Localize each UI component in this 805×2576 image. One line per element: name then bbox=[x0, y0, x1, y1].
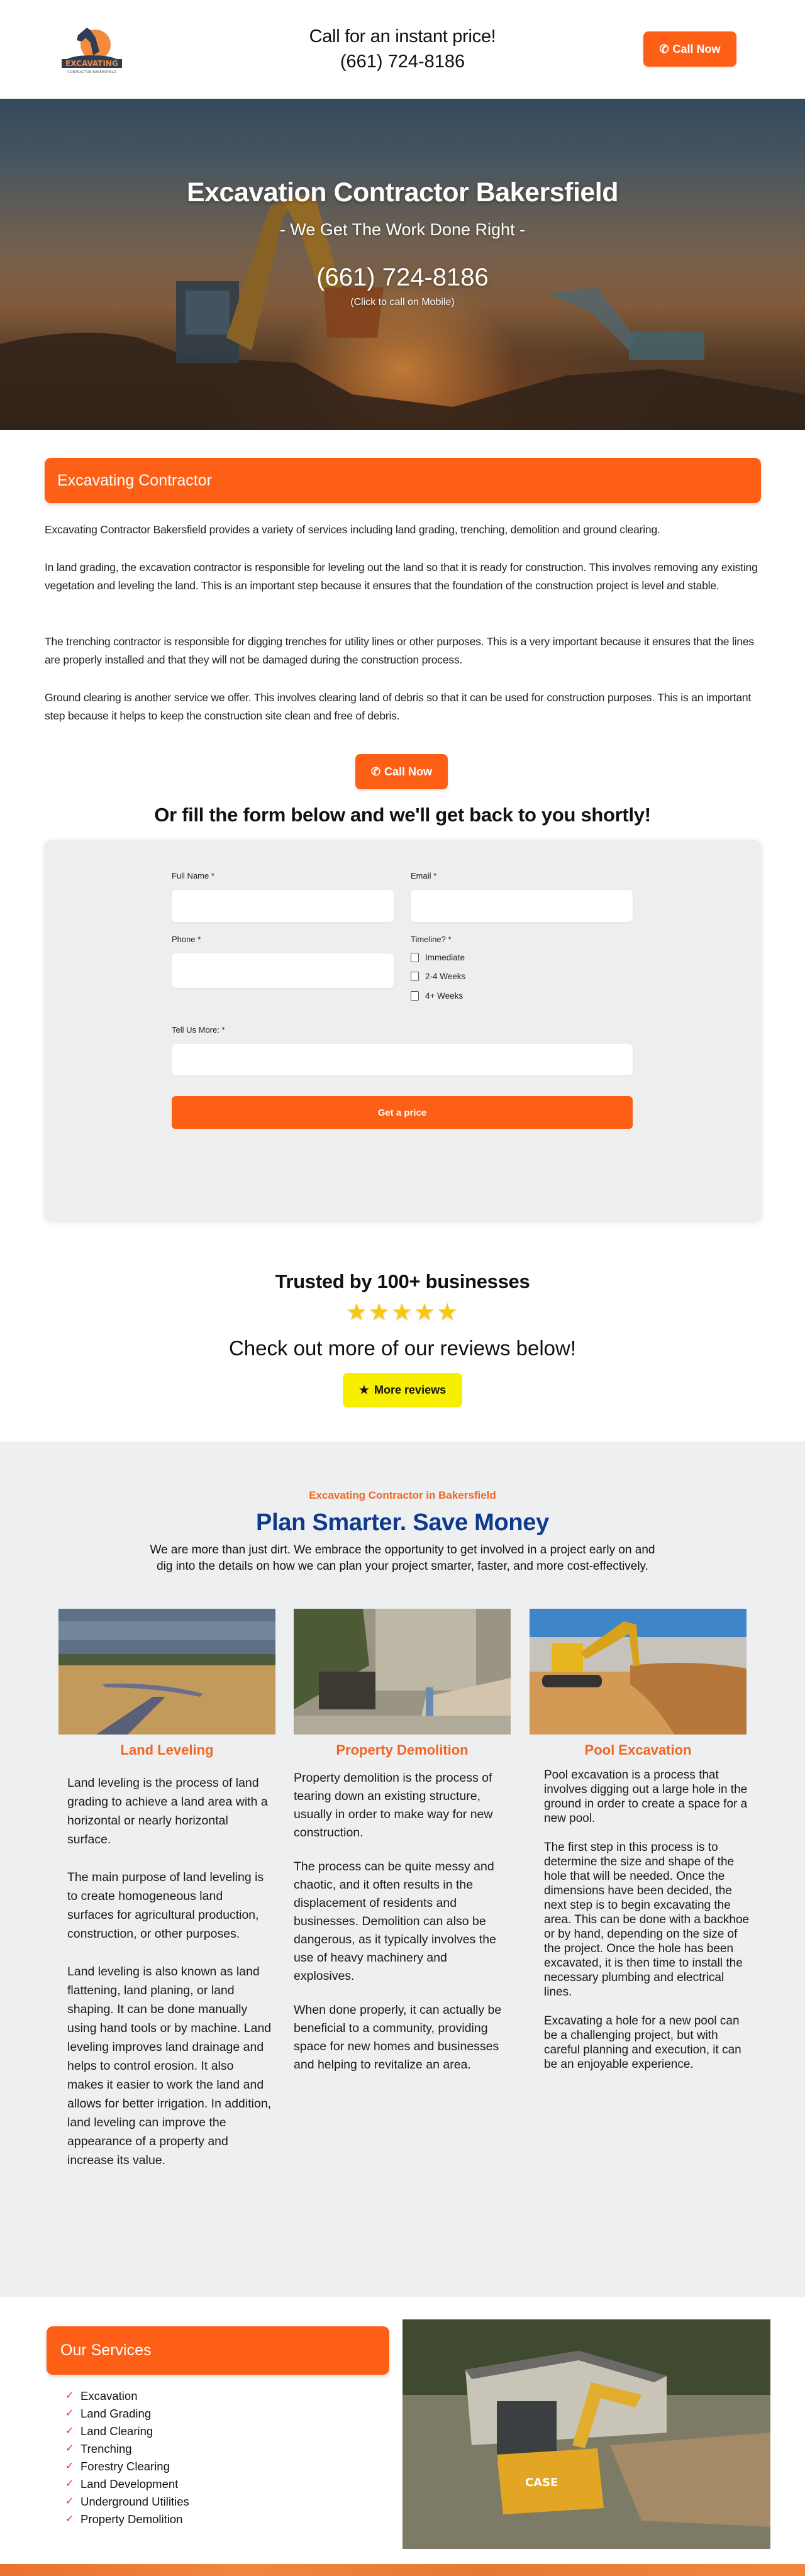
service-paragraph: When done properly, it can actually be b… bbox=[294, 2003, 502, 2072]
service-paragraph: Property demolition is the process of te… bbox=[294, 1771, 493, 1840]
five-star-rating-icon: ★★★★★ bbox=[345, 1299, 460, 1326]
checkbox[interactable] bbox=[411, 991, 419, 1001]
star-icon: ★ bbox=[358, 1384, 370, 1396]
trusted-heading: Trusted by 100+ businesses bbox=[275, 1270, 530, 1292]
check-icon: ✓ bbox=[65, 2479, 74, 2489]
hero-subtitle: - We Get The Work Done Right - bbox=[279, 220, 526, 239]
plan-description: We are more than just dirt. We embrace t… bbox=[150, 1543, 655, 1573]
list-item: ✓ Trenching bbox=[65, 2440, 189, 2458]
service-paragraph: The process can be quite messy and chaot… bbox=[294, 1860, 496, 1983]
hero-phone-link[interactable]: (661) 724-8186 bbox=[0, 264, 805, 292]
intro-paragraph: In land grading, the excavation contract… bbox=[45, 561, 758, 592]
more-reviews-label: More reviews bbox=[374, 1384, 447, 1396]
svg-text:CASE: CASE bbox=[525, 2476, 558, 2489]
property-demolition-image bbox=[294, 1609, 511, 1735]
list-item: ✓ Excavation bbox=[65, 2387, 189, 2405]
option-label: Immediate bbox=[425, 953, 465, 962]
service-title-land-leveling: Land Leveling bbox=[120, 1742, 214, 1758]
list-item: ✓ Land Development bbox=[65, 2475, 189, 2493]
service-description-pool-excavation: Pool excavation is a process that involv… bbox=[544, 1768, 752, 2090]
service-item-label: Land Development bbox=[80, 2477, 179, 2490]
list-item: ✓ Land Grading bbox=[65, 2405, 189, 2423]
demolition-excavator-photo: CASE bbox=[402, 2319, 770, 2549]
service-paragraph: Excavating a hole for a new pool can be … bbox=[544, 2014, 741, 2071]
service-item-label: Excavation bbox=[80, 2389, 138, 2402]
call-now-label: Call Now bbox=[672, 42, 721, 55]
hero-banner: Excavation Contractor Bakersfield - We G… bbox=[0, 99, 805, 430]
phone-icon: ✆ bbox=[370, 765, 381, 778]
check-icon: ✓ bbox=[65, 2408, 74, 2419]
our-services-banner: Our Services bbox=[47, 2326, 389, 2375]
form-heading: Or fill the form below and we'll get bac… bbox=[154, 804, 651, 826]
list-item: ✓ Property Demolition bbox=[65, 2511, 189, 2528]
service-item-label: Property Demolition bbox=[80, 2512, 183, 2526]
list-item: ✓ Underground Utilities bbox=[65, 2493, 189, 2511]
email-input[interactable] bbox=[411, 890, 633, 922]
service-paragraph: Land leveling is also known as land flat… bbox=[67, 1965, 272, 2167]
checkbox[interactable] bbox=[411, 953, 419, 962]
reviews-subheading: Check out more of our reviews below! bbox=[228, 1336, 577, 1360]
quote-form bbox=[45, 840, 761, 1221]
service-paragraph: The main purpose of land leveling is to … bbox=[67, 1870, 264, 1941]
full-name-input[interactable] bbox=[172, 890, 394, 922]
service-item-label: Land Grading bbox=[80, 2407, 152, 2420]
check-icon: ✓ bbox=[65, 2426, 74, 2436]
service-paragraph: The first step in this process is to det… bbox=[544, 1841, 750, 1999]
pool-excavation-image bbox=[530, 1609, 747, 1735]
intro-paragraph: Excavating Contractor Bakersfield provid… bbox=[45, 523, 660, 536]
site-header: EXCAVATING CONTRACTOR BAKERSFIELD Call f… bbox=[0, 0, 805, 99]
check-icon: ✓ bbox=[65, 2461, 74, 2472]
plan-title: Plan Smarter. Save Money bbox=[256, 1509, 549, 1536]
service-paragraph: Pool excavation is a process that involv… bbox=[544, 1768, 748, 1825]
banner-title: Our Services bbox=[60, 2341, 152, 2359]
call-now-label: Call Now bbox=[384, 765, 433, 778]
service-item-label: Trenching bbox=[80, 2442, 132, 2455]
hero-phone-hint: (Click to call on Mobile) bbox=[350, 297, 455, 308]
intro-paragraph: Ground clearing is another service we of… bbox=[45, 691, 752, 722]
service-description-property-demolition: Property demolition is the process of te… bbox=[294, 1769, 511, 2093]
banner-title: Excavating Contractor bbox=[57, 471, 212, 489]
message-label: Tell Us More: * bbox=[172, 1025, 225, 1035]
services-list: ✓ Excavation ✓ Land Grading ✓ Land Clearing… bbox=[65, 2387, 189, 2528]
full-name-label: Full Name * bbox=[172, 871, 214, 880]
service-title-property-demolition: Property Demolition bbox=[336, 1742, 469, 1758]
footer-top-bar bbox=[0, 2564, 805, 2576]
message-textarea[interactable] bbox=[172, 1044, 633, 1075]
get-a-price-button[interactable]: Get a price bbox=[172, 1096, 633, 1129]
timeline-option-2-4-weeks[interactable]: 2-4 Weeks bbox=[411, 972, 465, 981]
check-icon: ✓ bbox=[65, 2514, 74, 2524]
service-paragraph: Land leveling is the process of land gra… bbox=[67, 1776, 268, 1846]
service-description-land-leveling: Land leveling is the process of land gra… bbox=[67, 1774, 272, 2189]
phone-icon: ✆ bbox=[659, 42, 669, 55]
service-item-label: Underground Utilities bbox=[80, 2495, 189, 2508]
list-item: ✓ Land Clearing bbox=[65, 2423, 189, 2440]
phone-input[interactable] bbox=[172, 953, 394, 988]
option-label: 4+ Weeks bbox=[425, 991, 464, 1001]
timeline-option-4-plus-weeks[interactable]: 4+ Weeks bbox=[411, 991, 463, 1001]
phone-label: Phone * bbox=[172, 935, 201, 944]
header-call-now-button[interactable]: ✆ Call Now bbox=[643, 31, 736, 67]
plan-kicker: Excavating Contractor in Bakersfield bbox=[309, 1489, 496, 1501]
service-item-label: Forestry Clearing bbox=[80, 2460, 170, 2473]
center-call-now-button[interactable]: ✆ Call Now bbox=[355, 754, 448, 789]
intro-paragraph: The trenching contractor is responsible … bbox=[45, 635, 754, 666]
option-label: 2-4 Weeks bbox=[425, 972, 466, 981]
list-item: ✓ Forestry Clearing bbox=[65, 2458, 189, 2475]
check-icon: ✓ bbox=[65, 2496, 74, 2507]
hero-title: Excavation Contractor Bakersfield bbox=[186, 177, 619, 208]
timeline-option-immediate[interactable]: Immediate bbox=[411, 953, 465, 962]
email-label: Email * bbox=[411, 871, 437, 880]
check-icon: ✓ bbox=[65, 2390, 74, 2401]
excavating-contractor-banner: Excavating Contractor bbox=[45, 458, 761, 503]
service-item-label: Land Clearing bbox=[80, 2424, 153, 2438]
more-reviews-button[interactable]: ★ More reviews bbox=[343, 1373, 462, 1407]
timeline-label: Timeline? * bbox=[411, 935, 452, 944]
checkbox[interactable] bbox=[411, 972, 419, 981]
check-icon: ✓ bbox=[65, 2443, 74, 2454]
land-leveling-image bbox=[58, 1609, 275, 1735]
service-title-pool-excavation: Pool Excavation bbox=[584, 1742, 692, 1758]
